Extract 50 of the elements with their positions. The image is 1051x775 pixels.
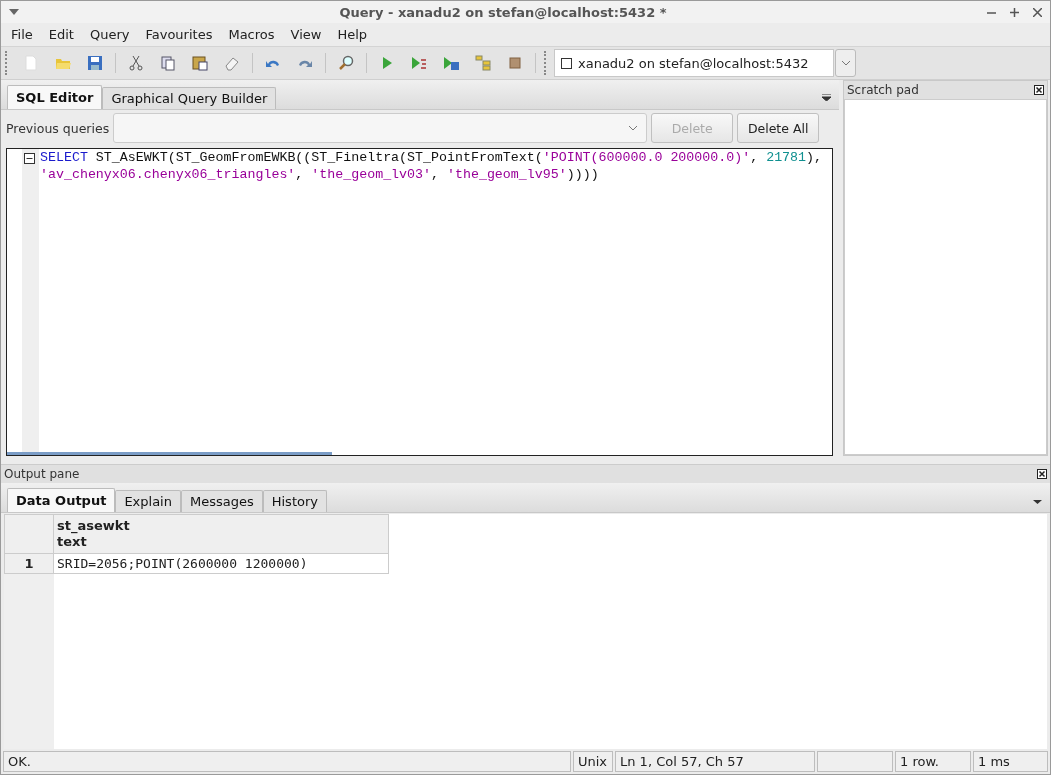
status-text: OK. bbox=[3, 751, 571, 772]
scratch-pad-field[interactable] bbox=[844, 99, 1047, 455]
clipboard-icon bbox=[191, 54, 209, 72]
menu-item[interactable]: Edit bbox=[40, 27, 82, 42]
menu-item[interactable]: Favourites bbox=[137, 27, 221, 42]
close-icon[interactable] bbox=[1037, 469, 1047, 479]
menu-item[interactable]: Query bbox=[81, 27, 138, 42]
maximize-icon[interactable] bbox=[1010, 7, 1019, 17]
tab[interactable]: Graphical Query Builder bbox=[102, 87, 277, 109]
status-text: 1 row. bbox=[895, 751, 971, 772]
code-line: SELECT ST_AsEWKT(ST_GeomFromEWKB((ST_Fineltra(ST_PointFromText('POINT(600000.0 200000.0)', 21781), bbox=[40, 150, 824, 167]
scissors-icon bbox=[127, 54, 145, 72]
sql-editor[interactable]: SELECT ST_AsEWKT(ST_GeomFromEWKB((ST_Fineltra(ST_PointFromText('POINT(600000.0 200000.0)', 21781), 'av_chenyx06.chenyx06_triangles', 'the_geom_lv03', 'the_geom_lv95')))) bbox=[6, 148, 833, 456]
tab-menu-icon[interactable] bbox=[1033, 497, 1042, 504]
close-icon[interactable] bbox=[1034, 85, 1044, 95]
window-menu-icon[interactable] bbox=[9, 9, 19, 15]
play-chart-icon bbox=[410, 54, 428, 72]
menu-item[interactable]: View bbox=[282, 27, 330, 42]
scratch-pad-title: Scratch pad bbox=[847, 83, 919, 97]
tab[interactable]: Explain bbox=[115, 490, 181, 512]
chevron-down-icon bbox=[628, 125, 639, 131]
output-pane-title: Output pane bbox=[4, 467, 80, 481]
play-disk-icon bbox=[442, 54, 460, 72]
row-number: 1 bbox=[4, 554, 54, 574]
copy-icon bbox=[159, 54, 177, 72]
chevron-down-icon bbox=[840, 60, 851, 66]
status-text: Unix bbox=[573, 751, 613, 772]
delete-all-button[interactable]: Delete All bbox=[737, 113, 820, 143]
tab-menu-icon[interactable] bbox=[822, 94, 831, 101]
square-icon bbox=[561, 57, 572, 69]
stop-square-icon bbox=[506, 54, 524, 72]
tree-node-icon bbox=[474, 54, 492, 72]
window-title: Query - xanadu2 on stefan@localhost:5432 * bbox=[338, 4, 668, 20]
menu-item[interactable]: Macros bbox=[220, 27, 283, 42]
search-icon bbox=[337, 54, 355, 72]
tab[interactable]: History bbox=[262, 490, 327, 512]
menu-item[interactable]: File bbox=[3, 27, 41, 42]
previous-queries-label: Previous queries bbox=[6, 120, 110, 136]
table-cell: SRID=2056;POINT(2600000 1200000) bbox=[54, 554, 389, 574]
status-text: 1 ms bbox=[973, 751, 1048, 772]
tab[interactable]: Messages bbox=[180, 490, 263, 512]
connection-select[interactable]: xanadu2 on stefan@localhost:5432 bbox=[554, 49, 834, 77]
code-line: 'av_chenyx06.chenyx06_triangles', 'the_geom_lv03', 'the_geom_lv95')))) bbox=[40, 166, 600, 183]
menu-item[interactable]: Help bbox=[329, 27, 376, 42]
close-icon[interactable] bbox=[1033, 7, 1042, 17]
tab[interactable]: SQL Editor bbox=[7, 85, 103, 109]
tab[interactable]: Data Output bbox=[7, 488, 116, 512]
column-header[interactable]: st_asewkt text bbox=[54, 514, 389, 554]
status-text: Ln 1, Col 57, Ch 57 bbox=[615, 751, 815, 772]
fold-minus-icon[interactable] bbox=[24, 153, 35, 164]
